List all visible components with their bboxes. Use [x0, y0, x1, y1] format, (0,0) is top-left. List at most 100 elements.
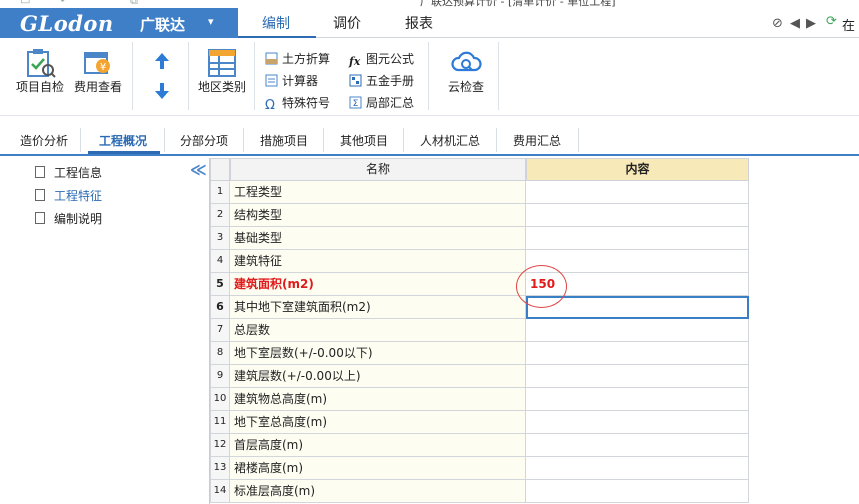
tab-baobiao[interactable]: 报表 — [405, 13, 433, 33]
brand-cn-name: 广联达 — [140, 16, 186, 34]
content-cell[interactable] — [526, 365, 749, 388]
earthwork-button[interactable]: 土方折算 — [265, 50, 330, 67]
quick-access-copy-icon[interactable]: ⧉ — [130, 0, 138, 8]
partial-summary-button[interactable]: Σ 局部汇总 — [349, 94, 414, 111]
move-down-button[interactable] — [152, 82, 172, 100]
document-icon — [35, 189, 45, 201]
title-bar: ▭ ↶ ⧉ 广联达预算计价 - [清单计价 - 单位工程] — [0, 0, 859, 8]
content-cell[interactable] — [526, 388, 749, 411]
app-menu-button[interactable]: GLodon 广联达 ▾ — [0, 8, 238, 38]
row-number: 3 — [210, 227, 230, 250]
tree-item-project-info[interactable]: 工程信息 — [35, 164, 102, 181]
glodon-logo: GLodon — [20, 11, 114, 36]
ribbon-separator — [188, 42, 189, 110]
name-cell[interactable]: 裙楼高度(m) — [230, 457, 526, 480]
name-cell[interactable]: 建筑层数(+/-0.00以上) — [230, 365, 526, 388]
quick-access-save-icon[interactable]: ▭ — [20, 0, 30, 7]
content-cell[interactable] — [526, 319, 749, 342]
quick-access-undo-icon[interactable]: ↶ — [60, 0, 69, 7]
row-number: 8 — [210, 342, 230, 365]
row-number: 6 — [210, 296, 230, 319]
row-number: 2 — [210, 204, 230, 227]
content-cell[interactable] — [526, 457, 749, 480]
name-cell[interactable]: 工程类型 — [230, 181, 526, 204]
tree-item-project-features[interactable]: 工程特征 — [35, 187, 102, 204]
name-cell[interactable]: 首层高度(m) — [230, 434, 526, 457]
tree-item-label: 编制说明 — [54, 212, 103, 226]
calculator-button[interactable]: 计算器 — [265, 72, 318, 89]
row-number: 14 — [210, 480, 230, 503]
name-cell[interactable]: 建筑特征 — [230, 250, 526, 273]
fee-view-icon: ¥ — [84, 52, 110, 74]
window-title: 广联达预算计价 - [清单计价 - 单位工程] — [420, 0, 616, 8]
cloud-check-button[interactable]: 云检查 — [442, 48, 490, 95]
row-number: 11 — [210, 411, 230, 434]
hardware-manual-button[interactable]: 五金手册 — [349, 72, 414, 89]
document-icon — [35, 212, 45, 224]
content-cell[interactable] — [526, 342, 749, 365]
cloud-check-label: 云检查 — [447, 80, 484, 94]
region-category-button[interactable]: 地区类别 — [196, 48, 248, 95]
tab-other-items[interactable]: 其他项目 — [340, 132, 388, 149]
project-check-icon — [27, 49, 56, 78]
navigation-tree: 工程信息 工程特征 编制说明 — [0, 158, 210, 504]
region-category-label: 地区类别 — [197, 80, 246, 94]
tab-fee-summary[interactable]: 费用汇总 — [513, 132, 561, 149]
row-number: 4 — [210, 250, 230, 273]
function-icon: fx — [349, 55, 361, 68]
cloud-check-icon — [451, 51, 482, 72]
content-cell[interactable]: 150 — [526, 273, 749, 296]
tab-cost-analysis[interactable]: 造价分析 — [20, 132, 68, 149]
tab-labor-material-summary[interactable]: 人材机汇总 — [420, 132, 480, 149]
content-cell[interactable] — [526, 250, 749, 273]
tree-item-compile-notes[interactable]: 编制说明 — [35, 210, 102, 227]
online-service-icon[interactable]: ⟳ — [826, 14, 837, 29]
special-symbol-label: 特殊符号 — [282, 96, 331, 110]
move-up-button[interactable] — [152, 52, 172, 70]
online-service-label[interactable]: 在 — [842, 15, 855, 34]
omega-icon: Ω — [265, 98, 275, 113]
content-cell[interactable] — [526, 181, 749, 204]
collapse-panel-icon[interactable]: ≪ — [190, 160, 207, 179]
row-number: 13 — [210, 457, 230, 480]
ribbon-separator — [254, 42, 255, 110]
project-check-button[interactable]: 项目自检 — [14, 48, 66, 95]
row-number: 10 — [210, 388, 230, 411]
name-cell[interactable]: 地下室层数(+/-0.00以下) — [230, 342, 526, 365]
name-cell[interactable]: 其中地下室建筑面积(m2) — [230, 296, 526, 319]
special-symbol-button[interactable]: Ω 特殊符号 — [265, 94, 330, 112]
back-icon[interactable]: ⊘ — [772, 16, 783, 31]
undo-icon[interactable]: ◀ — [790, 16, 800, 31]
name-cell[interactable]: 建筑物总高度(m) — [230, 388, 526, 411]
tab-measures[interactable]: 措施项目 — [260, 132, 308, 149]
name-cell[interactable]: 结构类型 — [230, 204, 526, 227]
ribbon-separator — [428, 42, 429, 110]
arrow-up-icon — [155, 53, 169, 69]
redo-icon[interactable]: ▶ — [806, 16, 816, 31]
content-cell[interactable] — [526, 411, 749, 434]
name-cell[interactable]: 标准层高度(m) — [230, 480, 526, 503]
content-cell[interactable] — [526, 434, 749, 457]
name-cell[interactable]: 地下室总高度(m) — [230, 411, 526, 434]
content-cell[interactable] — [526, 227, 749, 250]
column-header-name[interactable]: 名称 — [230, 158, 526, 181]
name-cell[interactable]: 建筑面积(m2) — [230, 273, 526, 296]
figure-formula-button[interactable]: fx 图元公式 — [349, 50, 414, 68]
tab-bianzhi[interactable]: 编制 — [262, 13, 290, 33]
tab-sub-items[interactable]: 分部分项 — [180, 132, 228, 149]
name-cell[interactable]: 总层数 — [230, 319, 526, 342]
content-cell[interactable] — [526, 204, 749, 227]
partial-summary-label: 局部汇总 — [366, 96, 415, 110]
tab-tiaojia[interactable]: 调价 — [333, 13, 361, 33]
content-cell-editing[interactable] — [526, 296, 749, 319]
tab-project-overview[interactable]: 工程概况 — [99, 132, 147, 149]
column-header-content[interactable]: 内容 — [526, 158, 749, 181]
region-category-icon — [208, 49, 236, 77]
row-number: 5 — [210, 273, 230, 296]
content-cell[interactable] — [526, 480, 749, 503]
fee-view-button[interactable]: ¥ 费用查看 — [72, 48, 124, 95]
name-cell[interactable]: 基础类型 — [230, 227, 526, 250]
calculator-label: 计算器 — [282, 74, 319, 88]
document-icon — [35, 166, 45, 178]
hardware-manual-icon — [349, 74, 362, 87]
